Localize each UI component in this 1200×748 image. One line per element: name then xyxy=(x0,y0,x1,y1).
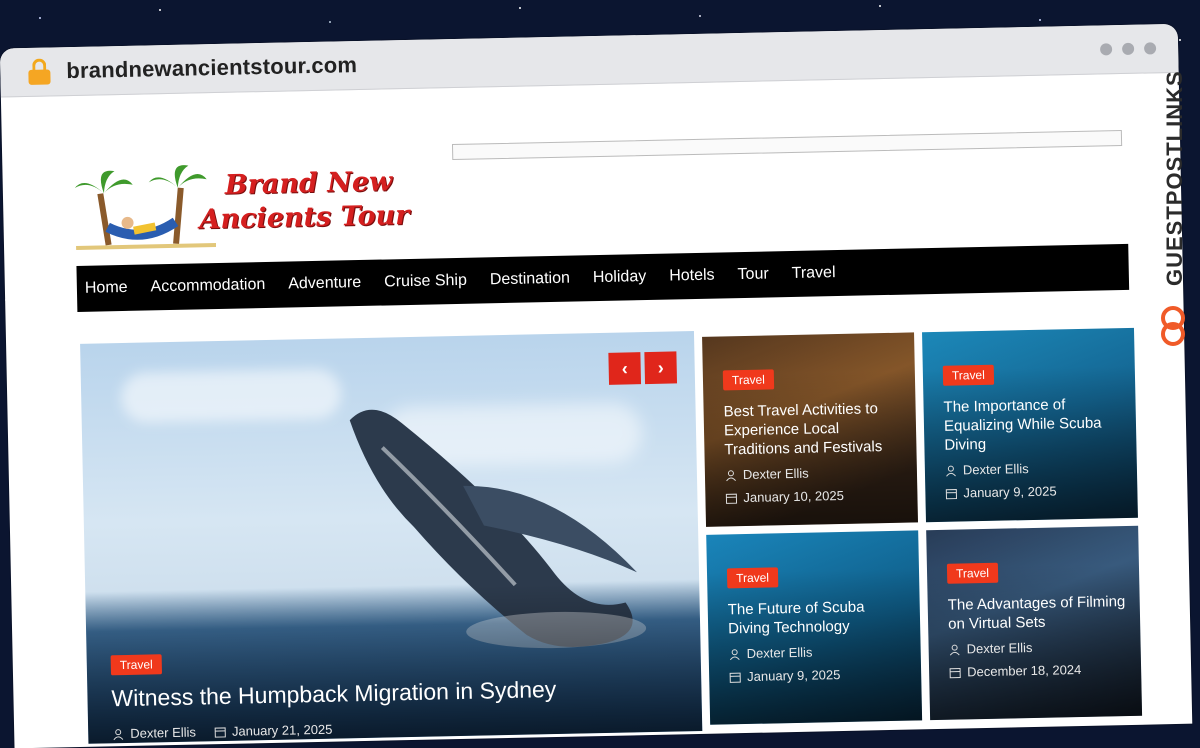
calendar-icon xyxy=(949,666,961,678)
user-icon xyxy=(949,643,961,655)
nav-item-destination[interactable]: Destination xyxy=(490,270,570,290)
slider-prev-button[interactable]: ‹ xyxy=(608,352,641,385)
nav-item-cruise-ship[interactable]: Cruise Ship xyxy=(384,272,467,292)
window-dot-icon[interactable] xyxy=(1144,42,1156,54)
post-title[interactable]: The Future of Scuba Diving Technology xyxy=(728,597,907,639)
post-date: January 21, 2025 xyxy=(232,722,333,739)
category-badge[interactable]: Travel xyxy=(947,563,998,584)
watermark-text: GUESTPOSTLINKS xyxy=(1162,58,1188,298)
category-badge[interactable]: Travel xyxy=(723,369,774,390)
logo-wordmark: Brand New Ancients Tour xyxy=(220,165,409,237)
post-card[interactable]: Travel The Future of Scuba Diving Techno… xyxy=(706,530,922,724)
post-card[interactable]: Travel Best Travel Activities to Experie… xyxy=(702,332,918,526)
post-title[interactable]: The Advantages of Filming on Virtual Set… xyxy=(948,592,1127,634)
slider-next-button[interactable]: › xyxy=(644,351,677,384)
window-dot-icon[interactable] xyxy=(1100,43,1112,55)
logo-line-2: Ancients Tour xyxy=(199,199,410,237)
nav-item-accommodation[interactable]: Accommodation xyxy=(150,276,265,296)
post-card[interactable]: Travel The Advantages of Filming on Virt… xyxy=(926,526,1142,720)
nav-item-adventure[interactable]: Adventure xyxy=(288,274,361,294)
calendar-icon xyxy=(725,492,737,504)
category-badge[interactable]: Travel xyxy=(943,365,994,386)
site-logo[interactable]: Brand New Ancients Tour xyxy=(74,159,416,252)
lock-icon xyxy=(28,58,51,84)
window-dot-icon[interactable] xyxy=(1122,43,1134,55)
category-badge[interactable]: Travel xyxy=(111,654,162,675)
calendar-icon xyxy=(729,671,741,683)
nav-item-tour[interactable]: Tour xyxy=(737,265,768,284)
chain-link-icon xyxy=(1160,306,1186,346)
post-date: January 10, 2025 xyxy=(743,488,844,505)
nav-item-holiday[interactable]: Holiday xyxy=(593,268,647,287)
browser-window: brandnewancientstour.com xyxy=(0,0,1200,682)
author-name[interactable]: Dexter Ellis xyxy=(747,645,813,661)
author-name[interactable]: Dexter Ellis xyxy=(963,461,1029,477)
author-name[interactable]: Dexter Ellis xyxy=(130,725,196,741)
main-navigation: Home Accommodation Adventure Cruise Ship… xyxy=(76,244,1129,312)
author-name[interactable]: Dexter Ellis xyxy=(743,466,809,482)
post-date: January 9, 2025 xyxy=(963,483,1057,500)
category-badge[interactable]: Travel xyxy=(727,567,778,588)
user-icon xyxy=(729,648,741,660)
slider-controls: ‹ › xyxy=(608,351,677,384)
post-card[interactable]: Travel The Importance of Equalizing Whil… xyxy=(922,328,1138,522)
hero-slider[interactable]: ‹ › Travel Witness the Humpback Migratio… xyxy=(80,331,702,744)
post-date: December 18, 2024 xyxy=(967,662,1081,679)
user-icon xyxy=(725,469,737,481)
calendar-icon xyxy=(945,487,957,499)
hero-title[interactable]: Witness the Humpback Migration in Sydney xyxy=(111,673,681,712)
post-title[interactable]: The Importance of Equalizing While Scuba… xyxy=(943,394,1122,455)
address-bar: brandnewancientstour.com xyxy=(0,24,1179,98)
calendar-icon xyxy=(214,725,226,737)
nav-item-travel[interactable]: Travel xyxy=(792,264,836,283)
author-name[interactable]: Dexter Ellis xyxy=(966,640,1032,656)
post-title[interactable]: Best Travel Activities to Experience Loc… xyxy=(723,399,902,460)
url-text[interactable]: brandnewancientstour.com xyxy=(66,52,357,84)
guestpostlinks-watermark: GUESTPOSTLINKS xyxy=(1152,58,1196,358)
palm-trees-icon xyxy=(74,163,216,252)
nav-item-home[interactable]: Home xyxy=(85,279,128,298)
nav-item-hotels[interactable]: Hotels xyxy=(669,267,715,286)
browser-frame: brandnewancientstour.com xyxy=(0,24,1192,748)
window-controls xyxy=(1100,42,1156,55)
banner-ad-placeholder[interactable] xyxy=(452,130,1122,160)
user-icon xyxy=(945,464,957,476)
user-icon xyxy=(112,728,124,740)
hero-caption: Travel Witness the Humpback Migration in… xyxy=(111,643,683,741)
logo-line-1: Brand New xyxy=(220,165,409,203)
